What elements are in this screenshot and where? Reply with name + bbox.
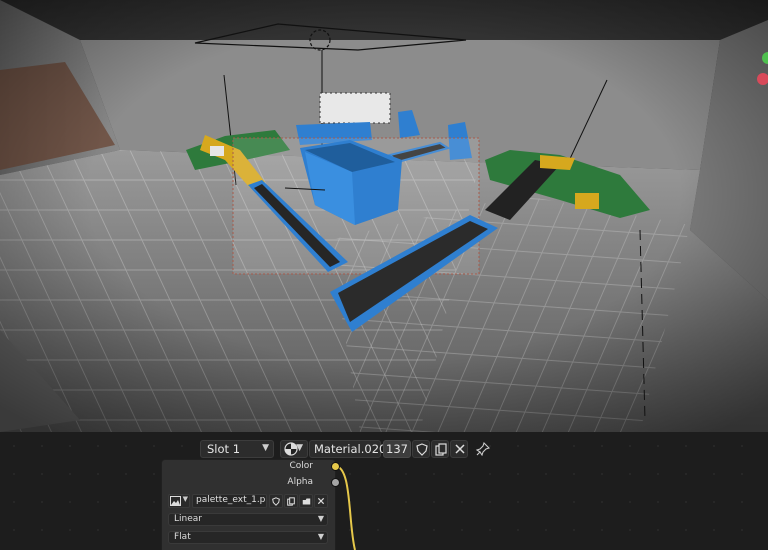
material-user-count[interactable]: 137 bbox=[383, 440, 411, 458]
open-folder-icon bbox=[302, 498, 311, 505]
chevron-down-icon: ▼ bbox=[182, 495, 188, 503]
duplicate-material-button[interactable] bbox=[431, 440, 449, 458]
image-icon bbox=[170, 496, 181, 506]
pin-icon bbox=[476, 442, 490, 456]
image-browse-button[interactable]: ▼ bbox=[168, 494, 190, 508]
output-alpha-socket[interactable] bbox=[331, 478, 340, 487]
close-icon bbox=[455, 444, 465, 454]
projection-label: Flat bbox=[174, 532, 191, 542]
shield-icon bbox=[272, 497, 280, 506]
chevron-down-icon: ▼ bbox=[296, 443, 303, 453]
pin-button[interactable] bbox=[474, 440, 492, 458]
fake-user-button[interactable] bbox=[412, 440, 430, 458]
image-duplicate-button[interactable] bbox=[284, 494, 298, 508]
image-unlink-button[interactable] bbox=[314, 494, 328, 508]
chevron-down-icon: ▼ bbox=[262, 443, 269, 453]
material-name: Material.020 bbox=[314, 442, 387, 456]
material-name-field[interactable]: Material.020 bbox=[309, 440, 386, 458]
chevron-down-icon: ▼ bbox=[317, 514, 324, 523]
shield-icon bbox=[416, 443, 428, 456]
image-fake-user-button[interactable] bbox=[269, 494, 283, 508]
chevron-down-icon: ▼ bbox=[317, 532, 324, 541]
interpolation-label: Linear bbox=[174, 514, 202, 524]
gizmo-x-axis-icon[interactable] bbox=[757, 73, 768, 85]
viewport-scene bbox=[0, 0, 768, 432]
copy-icon bbox=[287, 497, 295, 506]
image-name: palette_ext_1.png bbox=[196, 495, 266, 505]
output-alpha-label: Alpha bbox=[287, 477, 313, 487]
interpolation-dropdown[interactable]: Linear ▼ bbox=[168, 513, 328, 526]
projection-dropdown[interactable]: Flat ▼ bbox=[168, 531, 328, 544]
slot-dropdown[interactable]: Slot 1 ▼ bbox=[200, 440, 274, 458]
output-color-socket[interactable] bbox=[331, 462, 340, 471]
copy-icon bbox=[435, 443, 447, 456]
unlink-material-button[interactable] bbox=[450, 440, 468, 458]
gizmo-y-axis-icon[interactable] bbox=[762, 52, 768, 64]
output-color-label: Color bbox=[289, 461, 314, 471]
shader-node-editor[interactable]: Slot 1 ▼ ▼ Material.020 137 Color Alpha … bbox=[0, 432, 768, 550]
3d-viewport[interactable] bbox=[0, 0, 768, 432]
image-texture-node[interactable]: Color Alpha ▼ palette_ext_1.png bbox=[161, 459, 340, 550]
close-icon bbox=[317, 497, 325, 505]
material-browse-button[interactable]: ▼ bbox=[280, 440, 308, 458]
user-count-label: 137 bbox=[386, 442, 408, 456]
image-open-button[interactable] bbox=[299, 494, 313, 508]
image-name-field[interactable]: palette_ext_1.png bbox=[192, 494, 267, 508]
slot-label: Slot 1 bbox=[207, 442, 241, 456]
